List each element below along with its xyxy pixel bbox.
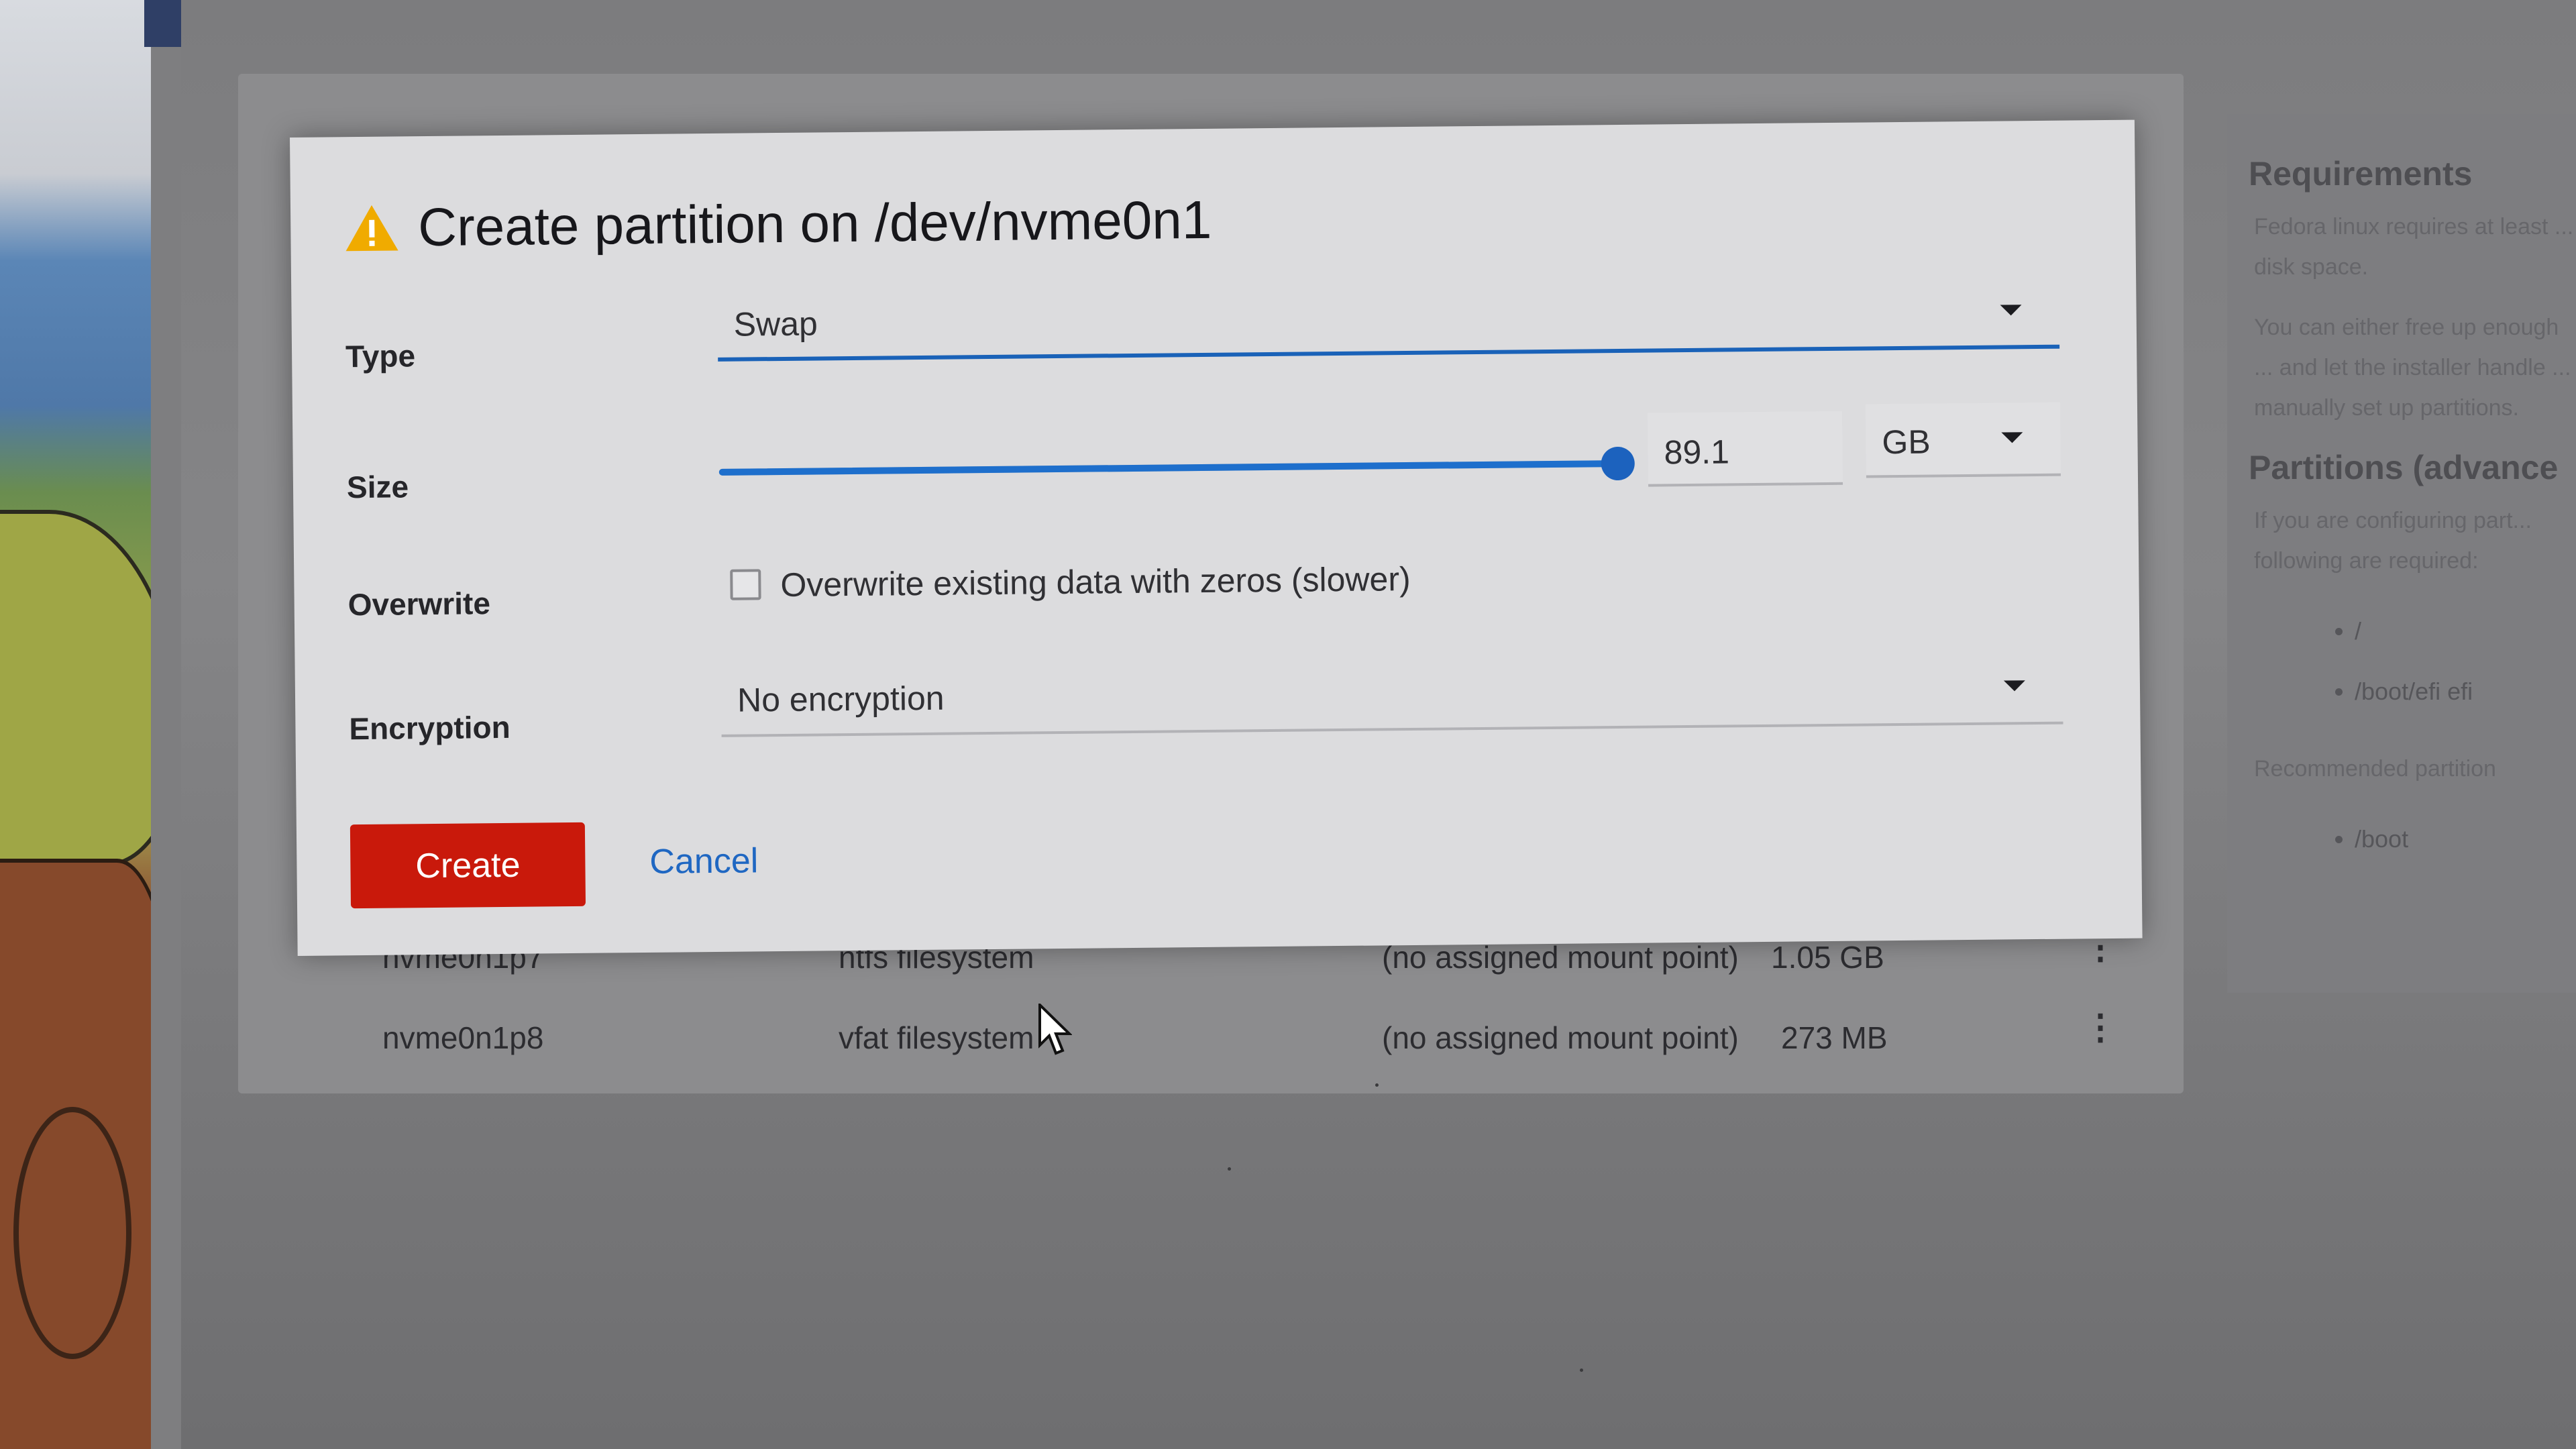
- partition-size: 273 MB: [1781, 1020, 1888, 1055]
- requirements-text-1: Fedora linux requires at least ... disk …: [2254, 214, 2574, 280]
- requirements-title: Requirements: [2249, 155, 2473, 193]
- caret-down-icon: [2001, 432, 2023, 443]
- partition-name: nvme0n1p8: [382, 1020, 544, 1055]
- partition-filesystem: vfat filesystem: [839, 1020, 1034, 1055]
- size-unit-select[interactable]: GB: [1865, 402, 2061, 478]
- window-edge: [144, 0, 184, 47]
- size-label: Size: [346, 469, 409, 505]
- size-input-value: 89.1: [1664, 433, 1730, 472]
- create-partition-dialog: Create partition on /dev/nvme0n1 Type Sw…: [290, 119, 2143, 956]
- desktop-wallpaper: [0, 0, 151, 1449]
- overwrite-label: Overwrite: [347, 586, 491, 623]
- partition-mount: (no assigned mount point): [1382, 1020, 1739, 1055]
- type-select-value: Swap: [733, 305, 818, 343]
- recommended-mount-boot: /boot: [2355, 809, 2576, 869]
- wallpaper-hill: [0, 510, 151, 867]
- help-sidebar: Requirements Fedora linux requires at le…: [2227, 114, 2576, 993]
- overwrite-checkbox[interactable]: [730, 569, 761, 600]
- required-mount-efi: /boot/efi efi: [2355, 661, 2576, 722]
- slider-thumb[interactable]: [1601, 446, 1635, 481]
- required-mount-root: /: [2355, 601, 2576, 661]
- type-label: Type: [345, 338, 416, 374]
- dialog-title: Create partition on /dev/nvme0n1: [417, 189, 1212, 258]
- recommended-title: Recommended partition: [2254, 756, 2496, 782]
- warning-triangle-icon: [345, 205, 398, 252]
- size-unit-value: GB: [1882, 423, 1931, 462]
- overwrite-checkbox-label[interactable]: Overwrite existing data with zeros (slow…: [780, 559, 1411, 604]
- screen-speck: [1375, 1083, 1379, 1087]
- requirements-text-2: You can either free up enough ... and le…: [2254, 315, 2571, 421]
- size-input[interactable]: 89.1: [1648, 411, 1843, 487]
- type-select[interactable]: Swap: [717, 274, 2060, 362]
- dialog-header: Create partition on /dev/nvme0n1: [344, 189, 1212, 259]
- create-button[interactable]: Create: [350, 822, 586, 909]
- cancel-button[interactable]: Cancel: [645, 824, 763, 899]
- screen-speck: [1228, 1167, 1231, 1171]
- caret-down-icon: [2003, 680, 2026, 692]
- mouse-cursor-icon: [1038, 1004, 1072, 1055]
- caret-down-icon: [2000, 305, 2022, 316]
- encryption-label: Encryption: [349, 709, 511, 747]
- encryption-select[interactable]: No encryption: [720, 650, 2063, 737]
- size-slider[interactable]: [718, 446, 1635, 489]
- partitions-title: Partitions (advance: [2249, 449, 2559, 486]
- partitions-text: If you are configuring part... following…: [2254, 508, 2532, 574]
- required-mounts-list: / /boot/efi efi: [2241, 601, 2576, 722]
- screen-speck: [1580, 1368, 1583, 1372]
- table-row[interactable]: nvme0n1p8 vfat filesystem (no assigned m…: [376, 1000, 2118, 1073]
- kebab-icon[interactable]: ⋮: [2083, 1008, 2118, 1048]
- recommended-mounts-list: /boot: [2241, 809, 2576, 869]
- partition-size: 1.05 GB: [1771, 940, 1884, 975]
- encryption-select-value: No encryption: [737, 679, 945, 719]
- wallpaper-rings: [13, 1107, 131, 1359]
- slider-fill: [718, 460, 1618, 476]
